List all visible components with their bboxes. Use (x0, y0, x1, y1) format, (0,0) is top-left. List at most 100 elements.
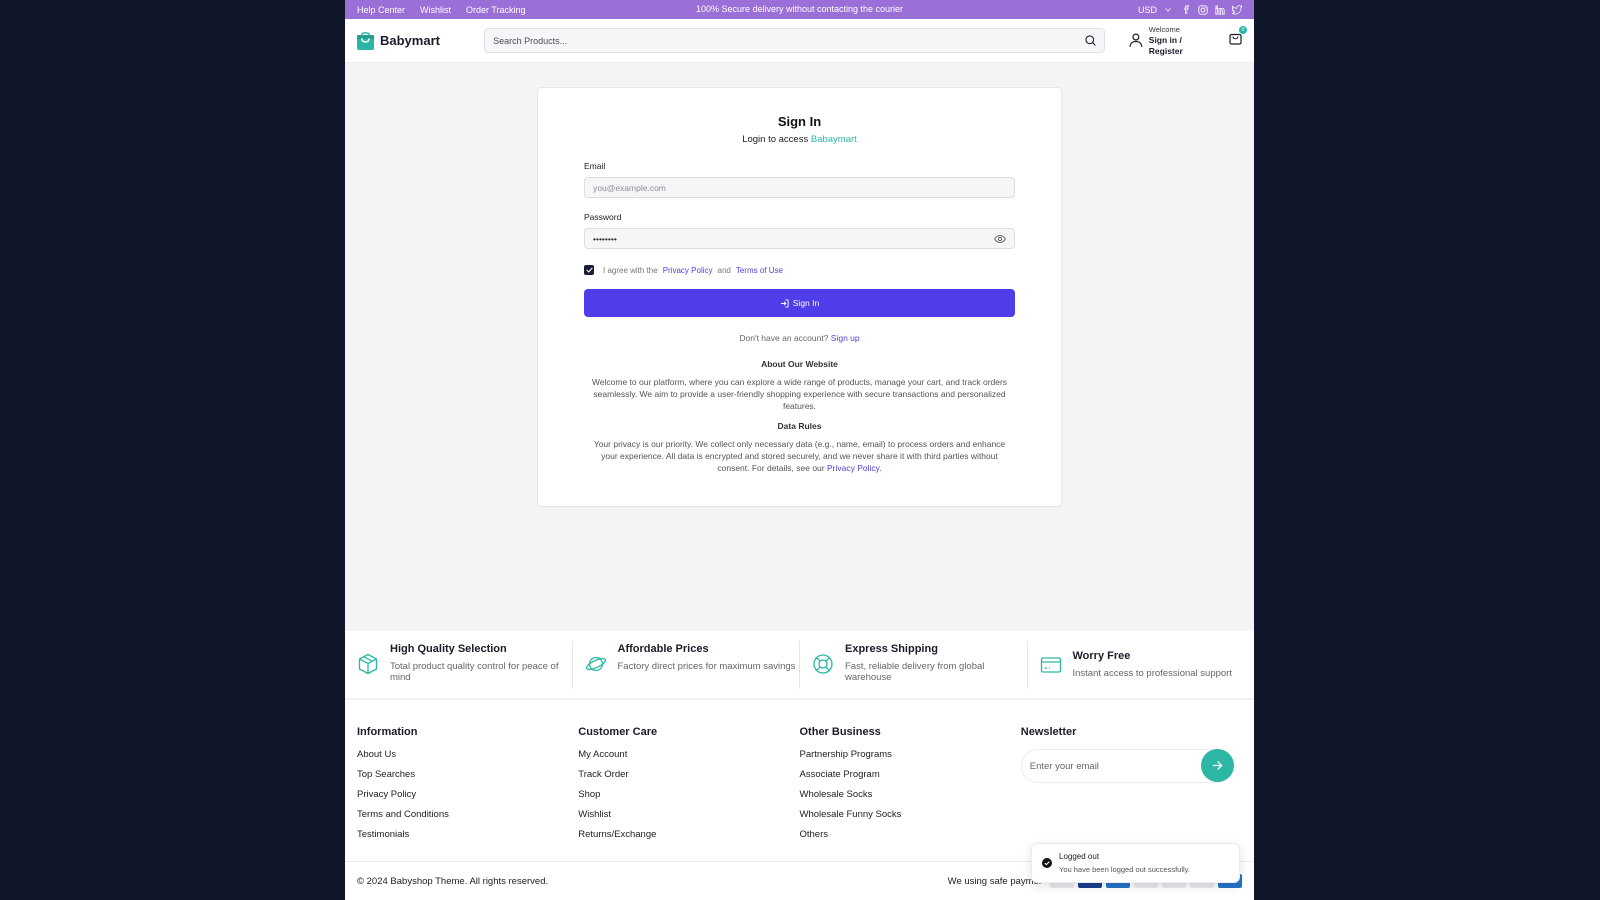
signin-register-link[interactable]: Sign in / Register (1149, 35, 1217, 57)
currency-value: USD (1137, 4, 1157, 15)
footer-link[interactable]: Terms and Conditions (357, 809, 578, 820)
site-header: Babymart Welcome Sign in / Register 0 (345, 19, 1254, 63)
agree-row: I agree with the Privacy Policy and Term… (584, 265, 1015, 275)
footer-column-title: Information (357, 726, 418, 738)
footer-link[interactable]: Wholesale Socks (800, 789, 1021, 800)
wishlist-link[interactable]: Wishlist (420, 5, 451, 15)
payment-text: We using safe paymer (947, 875, 1042, 887)
features-strip: High Quality Selection Total product qua… (345, 631, 1254, 699)
signin-title: Sign In (777, 114, 822, 129)
chevron-down-icon (1165, 7, 1171, 12)
feature-title: Affordable Prices (617, 642, 709, 655)
footer-link[interactable]: My Account (578, 749, 799, 760)
linkedin-icon[interactable] (1215, 4, 1225, 15)
no-account-text: Don't have an account? (739, 333, 829, 343)
search-input[interactable] (493, 35, 1086, 46)
box-icon (358, 653, 378, 674)
copyright-text: © 2024 Babyshop Theme. All rights reserv… (357, 875, 549, 887)
feature-desc: Instant access to professional support (1072, 668, 1232, 679)
footer-link[interactable]: Partnership Programs (800, 749, 1021, 760)
search-bar (484, 28, 1106, 53)
lifebuoy-icon (813, 653, 833, 674)
footer-link[interactable]: Track Order (578, 769, 799, 780)
footer-link[interactable]: Associate Program (800, 769, 1021, 780)
terms-of-use-link[interactable]: Terms of Use (736, 266, 783, 275)
footer-link[interactable]: Privacy Policy (357, 789, 578, 800)
data-rules-title: Data Rules (777, 421, 822, 431)
signin-subtitle: Login to access Babaymart (538, 134, 1061, 145)
planet-icon (585, 656, 606, 671)
search-icon[interactable] (1085, 35, 1096, 46)
card-icon (1040, 656, 1061, 673)
footer-column-newsletter: Newsletter (1020, 726, 1242, 849)
footer-link[interactable]: Shop (578, 789, 799, 800)
data-rules-privacy-link[interactable]: Privacy Policy. (827, 463, 882, 473)
footer-column-other-business: Other Business Partnership Programs Asso… (800, 726, 1021, 849)
agree-prefix: I agree with the (603, 265, 658, 275)
logo[interactable]: Babymart (357, 31, 469, 50)
feature-item: Affordable Prices Factory direct prices … (573, 640, 800, 689)
email-label: Email (584, 161, 606, 171)
footer-link[interactable]: About Us (357, 749, 578, 760)
footer-link[interactable]: Top Searches (357, 769, 578, 780)
account-link[interactable]: Welcome Sign in / Register (1129, 24, 1217, 57)
email-field[interactable] (593, 182, 1006, 193)
signup-link[interactable]: Sign up (831, 333, 860, 343)
newsletter-submit-button[interactable] (1200, 749, 1234, 782)
footer-link[interactable]: Testimonials (357, 829, 578, 840)
data-rules-body: Your privacy is our priority. We collect… (590, 438, 1009, 474)
shopping-bag-logo-icon (357, 31, 374, 50)
agree-checkbox[interactable] (584, 265, 594, 275)
footer-column-title: Customer Care (578, 726, 658, 738)
newsletter-form (1020, 749, 1234, 783)
logo-text: Babymart (380, 33, 440, 48)
footer-link[interactable]: Returns/Exchange (578, 829, 799, 840)
feature-desc: Factory direct prices for maximum saving… (617, 660, 796, 672)
arrow-right-icon (1212, 761, 1223, 770)
twitter-icon[interactable] (1232, 4, 1242, 15)
footer-link[interactable]: Others (800, 829, 1021, 840)
footer-column-information: Information About Us Top Searches Privac… (357, 726, 578, 849)
toast-description: You have been logged out successfully. (1059, 865, 1190, 874)
subtitle-prefix: Login to access (742, 134, 809, 145)
newsletter-title: Newsletter (1020, 726, 1077, 738)
cart-button[interactable]: 0 (1229, 26, 1247, 50)
no-account-row: Don't have an account? Sign up (584, 333, 1015, 343)
feature-desc: Fast, reliable delivery from global ware… (845, 660, 985, 683)
privacy-policy-link[interactable]: Privacy Policy (663, 266, 713, 275)
check-circle-icon (1042, 858, 1052, 868)
feature-item: High Quality Selection Total product qua… (345, 640, 573, 689)
help-center-link[interactable]: Help Center (357, 5, 405, 15)
facebook-icon[interactable] (1182, 5, 1191, 14)
signin-card: Sign In Login to access Babaymart Email … (537, 87, 1062, 507)
eye-icon[interactable] (994, 234, 1006, 243)
user-icon (1129, 33, 1143, 47)
toast-title: Logged out (1059, 852, 1100, 861)
password-field-wrapper (584, 228, 1015, 249)
subtitle-brand: Babaymart (810, 134, 857, 145)
footer-link[interactable]: Wholesale Funny Socks (800, 809, 1021, 820)
footer-link[interactable]: Wishlist (578, 809, 799, 820)
footer-column-title: Other Business (799, 726, 881, 738)
footer-column-customer-care: Customer Care My Account Track Order Sho… (578, 726, 799, 849)
signin-form: Email Password I agree with the Privacy … (584, 161, 1015, 474)
about-body: Welcome to our platform, where you can e… (591, 377, 1008, 411)
login-icon (780, 298, 789, 308)
instagram-icon[interactable] (1198, 4, 1208, 15)
page: Help Center Wishlist Order Tracking 100%… (345, 0, 1254, 900)
password-label: Password (584, 212, 622, 222)
order-tracking-link[interactable]: Order Tracking (466, 5, 526, 15)
signin-button-label: Sign In (792, 298, 820, 308)
about-title: About Our Website (761, 359, 838, 369)
signin-button[interactable]: Sign In (584, 289, 1015, 317)
feature-item: Worry Free Instant access to professiona… (1028, 641, 1255, 689)
feature-desc: Total product quality control for peace … (390, 660, 559, 683)
top-bar: Help Center Wishlist Order Tracking 100%… (345, 0, 1254, 19)
feature-title: High Quality Selection (390, 642, 507, 655)
currency-select[interactable]: USD (1138, 5, 1171, 15)
email-field-wrapper (584, 177, 1015, 198)
password-field[interactable] (593, 233, 994, 244)
feature-title: Express Shipping (845, 642, 938, 655)
data-rules-text: Your privacy is our priority. We collect… (593, 439, 1006, 473)
feature-title: Worry Free (1072, 650, 1131, 662)
